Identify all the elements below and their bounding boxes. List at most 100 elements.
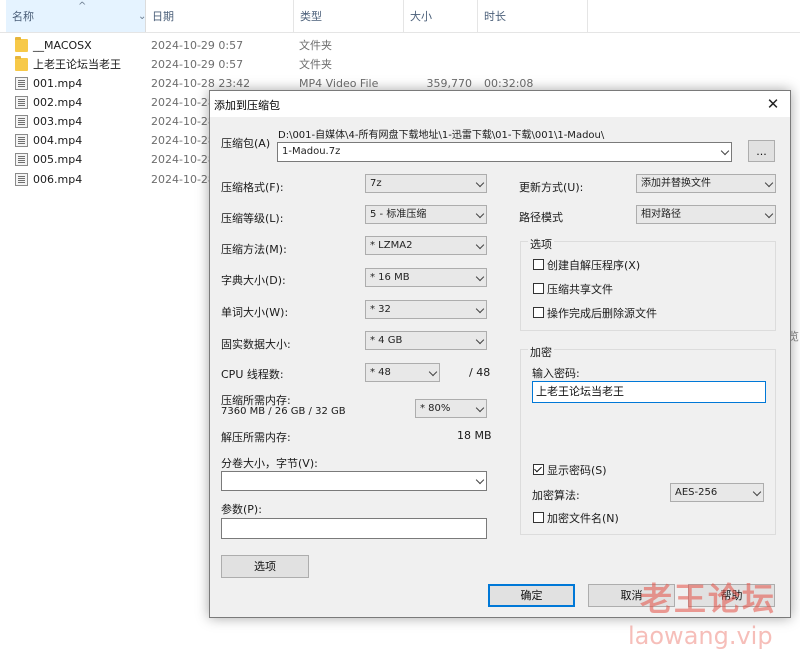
chevron-down-icon bbox=[428, 367, 438, 377]
chevron-down-icon bbox=[764, 209, 774, 219]
split-volume-combobox[interactable] bbox=[221, 471, 487, 491]
sfx-checkbox[interactable] bbox=[533, 259, 544, 270]
column-header-name[interactable]: 名称 ^ ⌄ bbox=[6, 0, 146, 32]
shared-files-label: 压缩共享文件 bbox=[547, 283, 613, 296]
dialog-title: 添加到压缩包 bbox=[214, 99, 280, 112]
encryption-method-label: 加密算法: bbox=[532, 489, 580, 502]
method-value: * LZMA2 bbox=[370, 240, 413, 251]
chevron-down-icon bbox=[475, 304, 485, 314]
sfx-label: 创建自解压程序(X) bbox=[547, 259, 641, 272]
split-volume-label: 分卷大小，字节(V): bbox=[221, 457, 318, 470]
path-mode-select[interactable]: 相对路径 bbox=[636, 205, 776, 224]
archive-name-value: 1-Madou.7z bbox=[282, 146, 341, 157]
format-label: 压缩格式(F): bbox=[221, 181, 284, 194]
update-mode-label: 更新方式(U): bbox=[519, 181, 584, 194]
method-label: 压缩方法(M): bbox=[221, 243, 287, 256]
dialog-titlebar[interactable]: 添加到压缩包 ✕ bbox=[210, 91, 790, 117]
file-date: 2024-10-29 0:57 bbox=[151, 39, 244, 52]
folder-icon bbox=[15, 37, 28, 52]
word-size-value: * 32 bbox=[370, 304, 391, 315]
browse-button[interactable]: ... bbox=[748, 140, 775, 162]
parameters-label: 参数(P): bbox=[221, 503, 262, 516]
file-name: __MACOSX bbox=[33, 39, 92, 52]
archive-label: 压缩包(A) bbox=[221, 137, 271, 150]
column-header-type[interactable]: 类型 bbox=[294, 0, 404, 32]
chevron-down-icon bbox=[475, 475, 485, 485]
encryption-method-value: AES-256 bbox=[675, 487, 718, 498]
cpu-threads-total: / 48 bbox=[469, 366, 491, 379]
file-date: 2024-10-28 bbox=[151, 115, 215, 128]
file-date: 2024-10-28 bbox=[151, 153, 215, 166]
column-header-name-label: 名称 bbox=[12, 10, 34, 23]
file-date: 2024-10-29 0:57 bbox=[151, 58, 244, 71]
password-input[interactable]: 上老王论坛当老王 bbox=[532, 381, 766, 403]
level-value: 5 - 标准压缩 bbox=[370, 209, 427, 220]
compress-memory-detail: 7360 MB / 26 GB / 32 GB bbox=[221, 406, 346, 417]
video-file-icon bbox=[15, 96, 28, 109]
dict-size-select[interactable]: * 16 MB bbox=[365, 268, 487, 287]
file-date: 2024-10-28 bbox=[151, 173, 215, 186]
path-mode-value: 相对路径 bbox=[641, 209, 681, 220]
video-file-icon bbox=[15, 77, 28, 90]
cpu-threads-value: * 48 bbox=[370, 367, 391, 378]
chevron-down-icon bbox=[475, 272, 485, 282]
video-file-icon bbox=[15, 153, 28, 166]
watermark-text: 老王论坛 bbox=[640, 580, 777, 618]
update-mode-select[interactable]: 添加并替换文件 bbox=[636, 174, 776, 193]
chevron-down-icon bbox=[475, 335, 485, 345]
options-group-title: 选项 bbox=[528, 236, 554, 252]
delete-after-checkbox[interactable] bbox=[533, 307, 544, 318]
show-password-checkbox[interactable] bbox=[533, 464, 544, 475]
file-row[interactable]: 上老王论坛当老王 2024-10-29 0:57 文件夹 bbox=[0, 55, 800, 74]
file-type: 文件夹 bbox=[299, 39, 332, 52]
update-mode-value: 添加并替换文件 bbox=[641, 178, 711, 189]
decompress-memory-value: 18 MB bbox=[457, 429, 492, 442]
encryption-method-select[interactable]: AES-256 bbox=[670, 483, 764, 502]
archive-name-combobox[interactable]: 1-Madou.7z bbox=[277, 142, 732, 162]
solid-size-value: * 4 GB bbox=[370, 335, 403, 346]
chevron-down-icon[interactable] bbox=[720, 146, 730, 156]
cpu-threads-select[interactable]: * 48 bbox=[365, 363, 440, 382]
file-row[interactable]: __MACOSX 2024-10-29 0:57 文件夹 bbox=[0, 36, 800, 55]
method-select[interactable]: * LZMA2 bbox=[365, 236, 487, 255]
column-header-date[interactable]: 日期 bbox=[146, 0, 294, 32]
file-name: 002.mp4 bbox=[33, 96, 83, 109]
memory-usage-value: * 80% bbox=[420, 403, 451, 414]
encrypt-filenames-label: 加密文件名(N) bbox=[547, 512, 619, 525]
video-file-icon bbox=[15, 173, 28, 186]
file-name: 003.mp4 bbox=[33, 115, 83, 128]
path-mode-label: 路径模式 bbox=[519, 211, 563, 224]
word-size-label: 单词大小(W): bbox=[221, 306, 289, 319]
shared-files-checkbox[interactable] bbox=[533, 283, 544, 294]
sort-up-icon: ^ bbox=[78, 1, 87, 12]
chevron-down-icon bbox=[475, 209, 485, 219]
solid-size-label: 固实数据大小: bbox=[221, 338, 291, 351]
word-size-select[interactable]: * 32 bbox=[365, 300, 487, 319]
format-select[interactable]: 7z bbox=[365, 174, 487, 193]
dict-size-label: 字典大小(D): bbox=[221, 274, 286, 287]
level-label: 压缩等级(L): bbox=[221, 212, 284, 225]
options-button[interactable]: 选项 bbox=[221, 555, 309, 578]
ok-button[interactable]: 确定 bbox=[488, 584, 575, 607]
encrypt-filenames-checkbox[interactable] bbox=[533, 512, 544, 523]
file-name: 001.mp4 bbox=[33, 77, 83, 90]
chevron-down-icon bbox=[475, 178, 485, 188]
decompress-memory-label: 解压所需内存: bbox=[221, 431, 291, 444]
show-password-label: 显示密码(S) bbox=[547, 464, 607, 477]
format-value: 7z bbox=[370, 178, 382, 189]
file-date: 2024-10-28 bbox=[151, 134, 215, 147]
solid-size-select[interactable]: * 4 GB bbox=[365, 331, 487, 350]
close-icon[interactable]: ✕ bbox=[762, 94, 784, 114]
column-header-bar: 名称 ^ ⌄ 日期 类型 大小 时长 bbox=[0, 0, 800, 33]
archive-path: D:\001-自媒体\4-所有网盘下载地址\1-迅雷下载\01-下载\001\1… bbox=[278, 130, 605, 141]
memory-usage-select[interactable]: * 80% bbox=[415, 399, 487, 418]
cpu-threads-label: CPU 线程数: bbox=[221, 368, 284, 381]
column-header-duration[interactable]: 时长 bbox=[478, 0, 588, 32]
column-header-size[interactable]: 大小 bbox=[404, 0, 478, 32]
file-type: 文件夹 bbox=[299, 58, 332, 71]
level-select[interactable]: 5 - 标准压缩 bbox=[365, 205, 487, 224]
encryption-group-title: 加密 bbox=[528, 344, 554, 360]
password-label: 输入密码: bbox=[532, 367, 580, 380]
parameters-input[interactable] bbox=[221, 518, 487, 539]
chevron-down-icon bbox=[475, 240, 485, 250]
